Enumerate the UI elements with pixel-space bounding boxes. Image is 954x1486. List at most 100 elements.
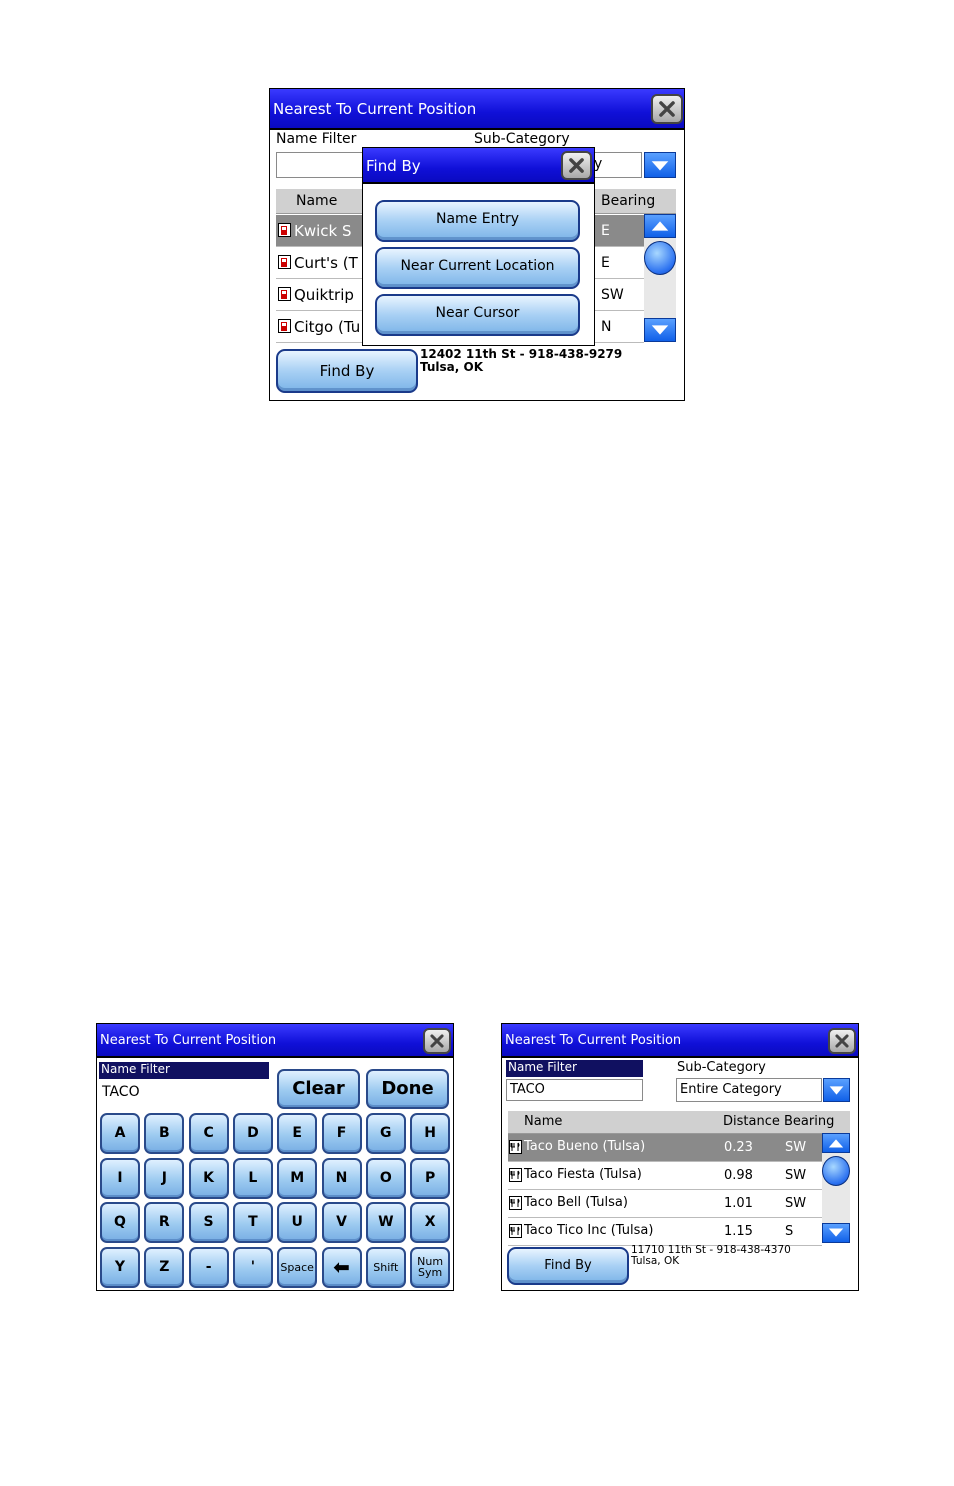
- find-by-button[interactable]: Find By: [276, 349, 418, 393]
- key-shift[interactable]: Shift: [365, 1246, 406, 1288]
- name-filter-label: Name Filter: [506, 1060, 643, 1077]
- key-p[interactable]: P: [410, 1157, 451, 1199]
- key-label: Space: [280, 1260, 314, 1274]
- name-entry-button[interactable]: Name Entry: [375, 200, 580, 242]
- key-label: Z: [159, 1258, 170, 1275]
- find-by-label: Find By: [544, 1258, 592, 1273]
- key-x[interactable]: X: [410, 1202, 451, 1243]
- key-label: Shift: [373, 1260, 399, 1274]
- list-row[interactable]: Taco Bueno (Tulsa) 0.23 SW: [508, 1134, 822, 1162]
- scroll-thumb[interactable]: [822, 1156, 850, 1186]
- key-k[interactable]: K: [188, 1157, 229, 1199]
- sub-category-dropdown[interactable]: y: [590, 152, 642, 178]
- close-x-icon: [430, 1034, 444, 1048]
- address-line-1: 12402 11th St - 918-438-9279: [420, 347, 623, 361]
- row-distance: 1.01: [724, 1196, 753, 1211]
- address-line-2: Tulsa, OK: [420, 359, 483, 374]
- key-e[interactable]: E: [277, 1113, 318, 1154]
- key-label: Y: [114, 1258, 126, 1275]
- find-by-button[interactable]: Find By: [507, 1247, 629, 1285]
- column-bearing: Bearing: [784, 1114, 835, 1129]
- sub-category-dropdown-arrow[interactable]: [644, 152, 676, 178]
- key-label: K: [203, 1169, 215, 1186]
- key-c[interactable]: C: [188, 1113, 229, 1154]
- key-label: J: [161, 1169, 167, 1186]
- list-row[interactable]: Taco Tico Inc (Tulsa) 1.15 S: [508, 1218, 822, 1246]
- scroll-down-button[interactable]: [822, 1223, 850, 1243]
- done-button[interactable]: Done: [366, 1069, 449, 1109]
- scroll-up-button[interactable]: [822, 1133, 850, 1153]
- key-d[interactable]: D: [232, 1113, 273, 1154]
- key-b[interactable]: B: [144, 1113, 185, 1154]
- key-label: E: [292, 1125, 302, 1141]
- row-distance: 0.23: [724, 1140, 753, 1155]
- key-numsym[interactable]: Num Sym: [410, 1246, 451, 1288]
- list-scrollbar[interactable]: [644, 214, 676, 342]
- scroll-thumb[interactable]: [644, 241, 676, 275]
- row-distance: 1.15: [724, 1224, 753, 1239]
- key-i[interactable]: I: [100, 1157, 140, 1199]
- key-j[interactable]: J: [144, 1157, 185, 1199]
- key-a[interactable]: A: [100, 1113, 140, 1154]
- key-z[interactable]: Z: [144, 1246, 185, 1288]
- row-name-cell: Taco Fiesta (Tulsa): [509, 1167, 642, 1182]
- key-f[interactable]: F: [321, 1113, 362, 1154]
- chevron-down-icon: [651, 161, 669, 171]
- row-name: Taco Fiesta (Tulsa): [524, 1167, 642, 1182]
- row-bearing: N: [601, 319, 612, 335]
- near-cursor-button[interactable]: Near Cursor: [375, 294, 580, 336]
- fuel-pump-icon: [278, 223, 291, 237]
- key-[interactable]: -: [188, 1246, 229, 1288]
- popup-close-button[interactable]: [561, 151, 592, 180]
- name-filter-value: TACO: [102, 1084, 140, 1100]
- row-name: Curt's (T: [294, 254, 358, 272]
- key-q[interactable]: Q: [100, 1202, 140, 1243]
- key-w[interactable]: W: [365, 1202, 406, 1243]
- key-[interactable]: ': [232, 1246, 273, 1288]
- arrow-down-icon: [651, 325, 669, 335]
- sub-category-dropdown-arrow[interactable]: [823, 1078, 850, 1102]
- key-t[interactable]: T: [232, 1202, 273, 1243]
- key-s[interactable]: S: [188, 1202, 229, 1243]
- clear-button[interactable]: Clear: [277, 1069, 360, 1109]
- scroll-up-button[interactable]: [644, 214, 676, 238]
- key-r[interactable]: R: [144, 1202, 185, 1243]
- key-g[interactable]: G: [365, 1113, 406, 1154]
- row-name-cell: Kwick S: [278, 222, 352, 240]
- restaurant-icon: [509, 1224, 522, 1238]
- name-filter-field[interactable]: TACO: [99, 1081, 271, 1105]
- close-button[interactable]: [651, 94, 683, 124]
- key-o[interactable]: O: [365, 1157, 406, 1199]
- sub-category-label: Sub-Category: [474, 131, 570, 147]
- row-name: Citgo (Tu: [294, 318, 361, 336]
- name-filter-field[interactable]: TACO: [506, 1079, 643, 1101]
- key-label: N: [335, 1169, 348, 1186]
- key-u[interactable]: U: [277, 1202, 318, 1243]
- name-filter-field[interactable]: [276, 152, 366, 178]
- fuel-pump-icon: [278, 287, 291, 301]
- key-label: V: [336, 1214, 347, 1230]
- backspace-arrow-icon: ⬅: [333, 1254, 350, 1279]
- list-row[interactable]: Taco Fiesta (Tulsa) 0.98 SW: [508, 1162, 822, 1190]
- scroll-down-button[interactable]: [644, 318, 676, 342]
- key-space[interactable]: Space: [277, 1246, 318, 1288]
- near-current-location-button[interactable]: Near Current Location: [375, 247, 580, 289]
- backspace-key[interactable]: ⬅: [321, 1246, 362, 1288]
- key-m[interactable]: M: [277, 1157, 318, 1199]
- poi-address: 11710 11th St - 918-438-4370 Tulsa, OK: [631, 1244, 791, 1267]
- key-v[interactable]: V: [321, 1202, 362, 1243]
- list-scrollbar[interactable]: [822, 1133, 850, 1243]
- key-label: S: [203, 1214, 214, 1230]
- key-l[interactable]: L: [232, 1157, 273, 1199]
- key-label: C: [203, 1125, 214, 1141]
- key-h[interactable]: H: [410, 1113, 451, 1154]
- close-button[interactable]: [828, 1028, 856, 1054]
- close-x-icon: [569, 158, 584, 173]
- key-n[interactable]: N: [321, 1157, 362, 1199]
- key-label: L: [248, 1169, 258, 1186]
- sub-category-dropdown[interactable]: Entire Category: [676, 1078, 822, 1102]
- chevron-down-icon: [829, 1086, 844, 1095]
- close-button[interactable]: [423, 1028, 451, 1054]
- key-y[interactable]: Y: [100, 1246, 140, 1288]
- list-row[interactable]: Taco Bell (Tulsa) 1.01 SW: [508, 1190, 822, 1218]
